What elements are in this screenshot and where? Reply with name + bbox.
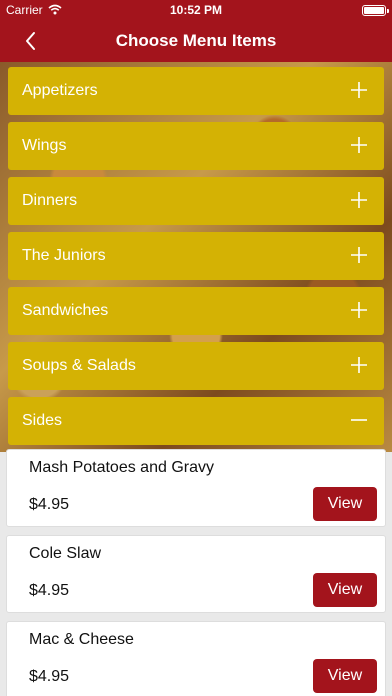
category-label: Soups & Salads (22, 357, 136, 374)
category-label: The Juniors (22, 247, 106, 264)
category-label: Sandwiches (22, 302, 109, 319)
item-price: $4.95 (29, 668, 70, 685)
category-the-juniors[interactable]: The Juniors (8, 232, 384, 280)
view-button[interactable]: View (313, 659, 377, 693)
status-time: 10:52 PM (169, 3, 223, 17)
plus-icon (351, 302, 367, 318)
menu-item-card: Mash Potatoes and Gravy $4.95 View (6, 449, 386, 527)
page-title: Choose Menu Items (115, 31, 277, 50)
category-wings[interactable]: Wings (8, 122, 384, 170)
plus-icon (351, 357, 367, 373)
status-bar: Carrier 10:52 PM (0, 0, 392, 20)
category-dinners[interactable]: Dinners (8, 177, 384, 225)
category-sandwiches[interactable]: Sandwiches (8, 287, 384, 335)
menu-item-card: Mac & Cheese $4.95 View (6, 621, 386, 696)
plus-icon (351, 192, 367, 208)
plus-icon (351, 137, 367, 153)
view-button[interactable]: View (313, 487, 377, 521)
category-soups-salads[interactable]: Soups & Salads (8, 342, 384, 390)
item-price: $4.95 (29, 582, 70, 599)
item-name: Mash Potatoes and Gravy (29, 459, 214, 476)
plus-icon (351, 82, 367, 98)
item-name: Mac & Cheese (29, 631, 134, 648)
nav-bar: Choose Menu Items (0, 20, 392, 62)
menu-item-card: Cole Slaw $4.95 View (6, 535, 386, 613)
item-name: Cole Slaw (29, 545, 102, 562)
item-price: $4.95 (29, 496, 70, 513)
minus-icon (351, 419, 367, 421)
category-label: Wings (22, 137, 67, 154)
category-label: Dinners (22, 192, 78, 209)
category-sides[interactable]: Sides (8, 397, 384, 445)
category-label: Sides (22, 412, 63, 429)
view-button[interactable]: View (313, 573, 377, 607)
category-appetizers[interactable]: Appetizers (8, 67, 384, 115)
plus-icon (351, 247, 367, 263)
battery-icon (362, 5, 389, 16)
category-label: Appetizers (22, 82, 98, 99)
